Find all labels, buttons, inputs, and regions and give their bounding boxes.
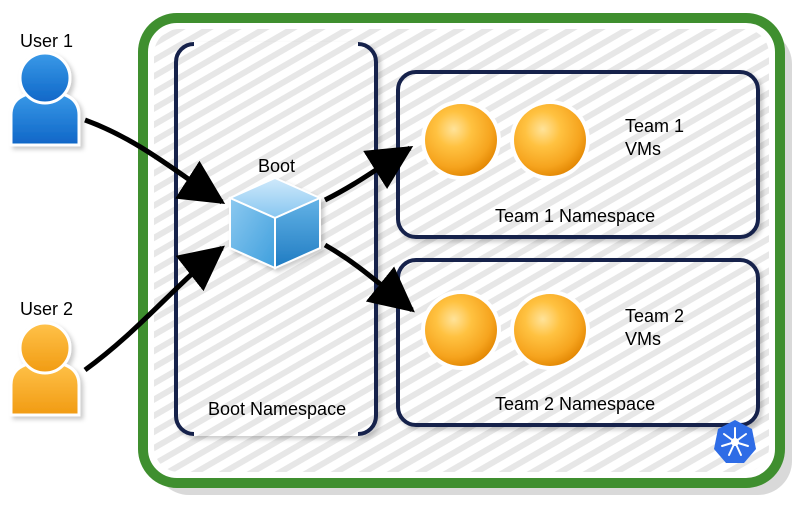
user2-icon bbox=[11, 323, 79, 415]
user1-label: User 1 bbox=[20, 30, 73, 53]
user2-label: User 2 bbox=[20, 298, 73, 321]
team1-vm-2 bbox=[510, 100, 590, 180]
user1-icon bbox=[11, 53, 79, 145]
team2-vm-2 bbox=[510, 290, 590, 370]
diagram-stage: User 1 User 2 Boot Boot Namespace Team 1… bbox=[0, 0, 801, 505]
team1-vms-label: Team 1 VMs bbox=[625, 115, 684, 160]
team1-namespace-label: Team 1 Namespace bbox=[495, 205, 655, 228]
team2-namespace-label: Team 2 Namespace bbox=[495, 393, 655, 416]
diagram-svg bbox=[0, 0, 801, 505]
team2-vms-label: Team 2 VMs bbox=[625, 305, 684, 350]
boot-cube-icon bbox=[230, 178, 320, 268]
boot-namespace-label: Boot Namespace bbox=[208, 398, 346, 421]
team1-vm-1 bbox=[421, 100, 501, 180]
team2-vm-1 bbox=[421, 290, 501, 370]
boot-title: Boot bbox=[258, 155, 295, 178]
